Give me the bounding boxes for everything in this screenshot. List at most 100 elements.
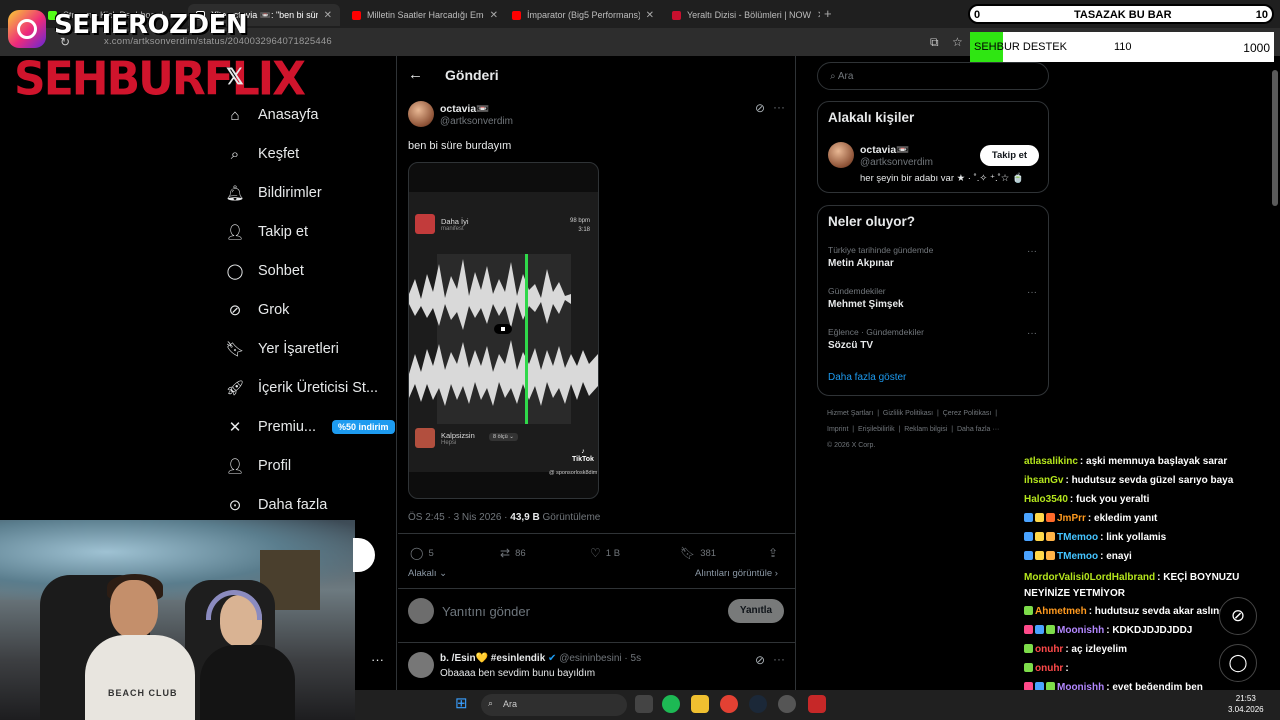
chrome-icon[interactable] <box>720 695 738 713</box>
footer-link[interactable]: Imprint <box>827 426 848 433</box>
taskbar-search[interactable]: ⌕ Ara <box>481 694 627 716</box>
like-action[interactable]: ♡ 1 B <box>590 546 620 560</box>
grok-fab-icon[interactable]: ⊘ <box>1219 597 1257 635</box>
chat-username[interactable]: Halo3540 <box>1024 494 1068 505</box>
page-scrollbar[interactable] <box>1272 70 1278 206</box>
app-icon[interactable] <box>808 695 826 713</box>
chat-username[interactable]: Ahmetmeh <box>1035 606 1087 617</box>
taskbar-clock[interactable]: 21:53 3.04.2026 <box>1228 693 1264 715</box>
file-explorer-icon[interactable] <box>691 695 709 713</box>
stop-icon[interactable] <box>494 324 512 334</box>
tab-now[interactable]: Yeraltı Dizisi - Bölümleri | NOW ✕ <box>664 4 820 26</box>
reply-author[interactable]: b. /Esin💛 #esinlendik ✔ @esininbesini · … <box>440 653 641 664</box>
bookmark-star-icon[interactable]: ☆ <box>952 35 963 49</box>
measure-chip[interactable]: 8 ölçü ⌄ <box>489 433 518 441</box>
trend-more-icon[interactable]: ··· <box>1027 328 1037 339</box>
task-view-icon[interactable] <box>635 695 653 713</box>
related-handle[interactable]: @artksonverdim <box>860 157 933 168</box>
chat-username[interactable]: onuhr <box>1035 663 1063 674</box>
footer-link[interactable]: Daha fazla ··· <box>957 426 999 433</box>
close-tab-icon[interactable]: ✕ <box>490 10 498 21</box>
author-name[interactable]: octavia📼 <box>440 102 489 115</box>
follow-button[interactable]: Takip et <box>980 145 1039 166</box>
post-more-icon[interactable]: ··· <box>773 100 785 114</box>
back-arrow-icon[interactable]: ← <box>408 66 423 83</box>
close-tab-icon[interactable]: ✕ <box>324 10 332 21</box>
chat-username[interactable]: MordorValisi0LordHalbrand <box>1024 572 1155 583</box>
search-input[interactable]: ⌕ Ara <box>817 62 1049 90</box>
nav-premium[interactable]: ✕ Premiu... %50 indirim <box>226 418 395 436</box>
post-video[interactable]: Daha İyi manifest 98 bpm 3:18 8 ölçü ⌄ Kal… <box>408 162 599 499</box>
nav-follow[interactable]: 👤︎ Takip et <box>225 223 308 241</box>
chat-badge-icon <box>1046 513 1055 522</box>
album-thumbnail <box>415 428 435 448</box>
trend-more-icon[interactable]: ··· <box>1027 246 1037 257</box>
app-icon[interactable] <box>778 695 796 713</box>
chat-username[interactable]: TMemoo <box>1057 532 1098 543</box>
bpm-info: 98 bpm 3:18 <box>570 217 590 235</box>
trend-name[interactable]: Mehmet Şimşek <box>828 299 904 310</box>
messages-fab-icon[interactable]: ◯ <box>1219 644 1257 682</box>
share-action[interactable]: ⇪ <box>768 546 778 560</box>
grok-icon[interactable]: ⊘ <box>755 653 765 667</box>
tab-youtube-2[interactable]: İmparator (Big5 Performans) - Y ✕ <box>504 4 662 26</box>
tab-title: İmparator (Big5 Performans) - Y <box>527 10 640 20</box>
chat-username[interactable]: onuhr <box>1035 644 1063 655</box>
new-tab-icon[interactable]: + <box>824 6 832 21</box>
close-tab-icon[interactable]: ✕ <box>646 10 654 21</box>
footer-link[interactable]: Erişilebilirlik <box>858 426 895 433</box>
post-time[interactable]: ÖS 2:45 · 3 Nis 2026 · <box>408 512 510 523</box>
author-avatar[interactable] <box>408 101 434 127</box>
nav-creator-studio[interactable]: 🚀︎ İçerik Üreticisi St... <box>225 379 378 397</box>
author-handle[interactable]: @artksonverdim <box>440 116 513 127</box>
account-more-icon[interactable]: ··· <box>371 652 384 667</box>
close-tab-icon[interactable]: ✕ <box>817 10 820 21</box>
chat-message: Ahmetmeh: hudutsuz sevda akar aslında <box>1024 606 1231 617</box>
install-icon[interactable]: ⧉ <box>930 35 939 50</box>
repost-action[interactable]: ⇄ 86 <box>500 546 526 560</box>
reply-action[interactable]: ◯ 5 <box>410 546 434 560</box>
x-logo-icon[interactable]: 𝕏 <box>226 64 244 90</box>
nav-home[interactable]: ⌂ Anasayfa <box>226 106 318 124</box>
footer-link[interactable]: Çerez Politikası <box>943 410 992 417</box>
nav-notifications[interactable]: 🔔︎ Bildirimler <box>225 184 321 202</box>
share-icon: ⇪ <box>768 546 779 560</box>
tab-youtube-1[interactable]: Milletin Saatler Harcadığı Emek ✕ <box>344 4 506 26</box>
spotify-icon[interactable] <box>662 695 680 713</box>
nav-explore[interactable]: ⌕ Keşfet <box>226 145 299 163</box>
footer-link[interactable]: Gizlilik Politikası <box>883 410 933 417</box>
nav-grok[interactable]: ⊘ Grok <box>226 301 290 319</box>
nav-chat[interactable]: ◯ Sohbet <box>226 262 304 280</box>
views-label: Görüntüleme <box>539 512 601 523</box>
chat-username[interactable]: JmPrr <box>1057 513 1086 524</box>
chat-username[interactable]: atlasalikinc <box>1024 456 1078 467</box>
nav-more[interactable]: ⊙ Daha fazla <box>226 496 328 514</box>
related-avatar[interactable] <box>828 142 854 168</box>
trend-name[interactable]: Sözcü TV <box>828 340 873 351</box>
related-name[interactable]: octavia📼 <box>860 143 909 156</box>
footer-link[interactable]: Reklam bilgisi <box>904 426 947 433</box>
view-quotes-link[interactable]: Alıntıları görüntüle › <box>695 568 778 579</box>
repost-icon: ⇄ <box>500 546 511 560</box>
steam-icon[interactable] <box>749 695 767 713</box>
bpm-value: 98 bpm <box>569 218 590 224</box>
chat-username[interactable]: Moonishh <box>1057 625 1104 636</box>
trend-more-icon[interactable]: ··· <box>1027 287 1037 298</box>
trend-name[interactable]: Metin Akpınar <box>828 258 894 269</box>
chat-username[interactable]: TMemoo <box>1057 551 1098 562</box>
footer-link[interactable]: Hizmet Şartları <box>827 410 873 417</box>
reply-author-avatar[interactable] <box>408 652 434 678</box>
show-more-link[interactable]: Daha fazla göster <box>828 372 906 383</box>
reply-more-icon[interactable]: ··· <box>773 652 785 666</box>
bookmark-action[interactable]: 🔖︎ 381 <box>680 546 716 560</box>
chat-username[interactable]: ihsanGv <box>1024 475 1063 486</box>
nav-profile[interactable]: 👤︎ Profil <box>225 457 291 475</box>
reply-button[interactable]: Yanıtla <box>728 599 784 623</box>
chat-badge-icon <box>1035 532 1044 541</box>
reply-input[interactable]: Yanıtını gönder <box>442 604 530 619</box>
sort-dropdown[interactable]: Alakalı ⌄ <box>408 568 447 579</box>
windows-start-icon[interactable]: ⊞ <box>455 694 468 712</box>
nav-label: Takip et <box>258 224 308 240</box>
nav-bookmarks[interactable]: 🔖︎ Yer İşaretleri <box>225 340 338 358</box>
grok-icon[interactable]: ⊘ <box>755 101 765 115</box>
